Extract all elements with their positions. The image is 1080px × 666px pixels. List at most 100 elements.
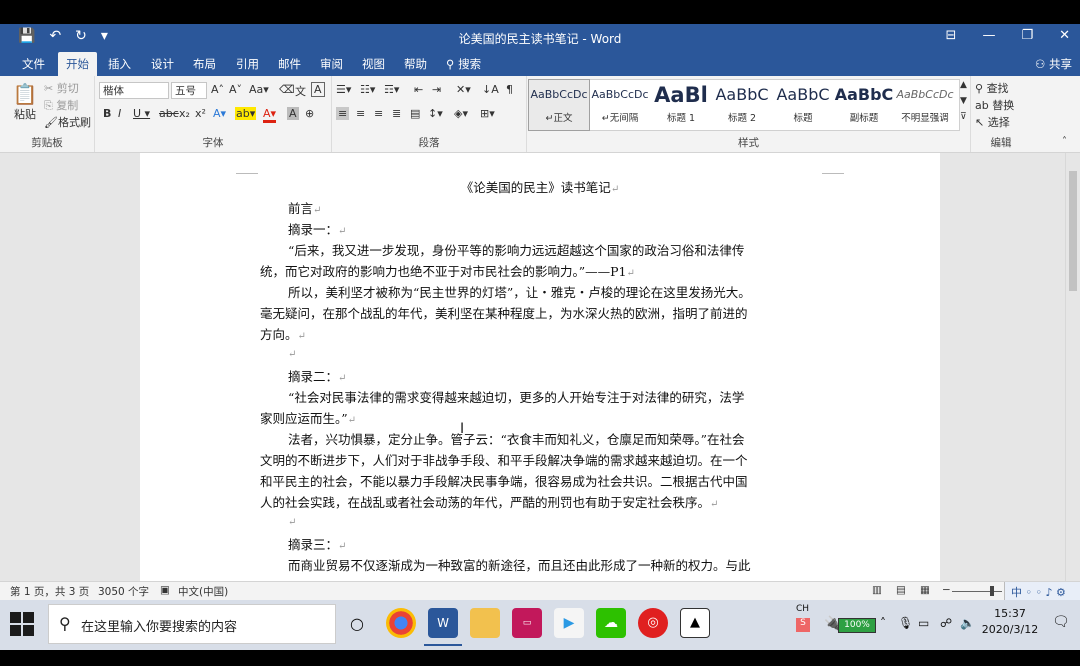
read-mode-icon[interactable]: ▥: [872, 584, 882, 596]
show-hidden-icons-chevron-icon[interactable]: ˄: [880, 616, 886, 666]
strikethrough-icon[interactable]: abc: [159, 107, 179, 120]
minimize-button[interactable]: —: [982, 28, 995, 43]
font-name-combo[interactable]: 楷体: [99, 82, 169, 99]
file-explorer-icon[interactable]: [470, 608, 500, 638]
tab-home[interactable]: 开始: [58, 52, 97, 76]
proofing-icon[interactable]: ▣: [160, 584, 170, 596]
italic-icon[interactable]: I: [118, 107, 121, 120]
taskbar-clock[interactable]: 15:37 2020/3/12: [980, 606, 1040, 638]
shading-icon[interactable]: ◈▾: [454, 107, 468, 120]
tab-insert[interactable]: 插入: [100, 52, 139, 76]
tab-references[interactable]: 引用: [228, 52, 267, 76]
styles-scroll-down-icon[interactable]: ▼: [960, 96, 967, 106]
sort-icon[interactable]: ↓A: [482, 83, 499, 96]
zoom-slider[interactable]: [952, 591, 1002, 592]
restore-button[interactable]: ❐: [1021, 28, 1033, 43]
line-spacing-icon[interactable]: ↕▾: [428, 107, 443, 120]
align-right-icon[interactable]: ≡: [374, 107, 383, 120]
volume-icon[interactable]: 🔈: [960, 616, 975, 666]
style-normal[interactable]: AaBbCcDc ↵正文: [528, 79, 590, 131]
clear-formatting-icon[interactable]: ⌫: [279, 83, 295, 96]
photos-app-icon[interactable]: ▲: [680, 608, 710, 638]
select-button[interactable]: ↖ 选择: [975, 114, 1010, 130]
phonetic-guide-icon[interactable]: 文: [295, 83, 306, 99]
start-button[interactable]: [10, 612, 36, 638]
style-no-spacing[interactable]: AaBbCcDc ↵无间隔: [590, 80, 650, 130]
numbering-icon[interactable]: ☷▾: [360, 83, 375, 96]
tab-view[interactable]: 视图: [354, 52, 393, 76]
zoom-out-icon[interactable]: −: [942, 584, 951, 596]
superscript-icon[interactable]: x²: [195, 107, 206, 120]
justify-icon[interactable]: ≣: [392, 107, 401, 120]
decrease-indent-icon[interactable]: ⇤: [414, 83, 423, 96]
battery-indicator[interactable]: 100%: [838, 618, 876, 633]
document-area[interactable]: 《论美国的民主》读书笔记↵ 前言↵ 摘录一：↵ “后来，我又进一步发现，身份平等…: [0, 153, 1080, 581]
highlight-icon[interactable]: ab▾: [235, 107, 257, 120]
show-marks-icon[interactable]: ¶: [506, 83, 513, 96]
taskbar-search-box[interactable]: ⚲ 在这里输入你要搜索的内容: [48, 604, 336, 644]
netease-music-icon[interactable]: ◎: [638, 608, 668, 638]
tab-file[interactable]: 文件: [14, 52, 53, 76]
word-count[interactable]: 3050 个字: [98, 584, 149, 599]
character-shading-icon[interactable]: A: [287, 107, 299, 120]
vertical-scrollbar[interactable]: [1065, 153, 1080, 581]
print-layout-icon[interactable]: ▤: [896, 584, 906, 596]
asian-layout-icon[interactable]: ✕▾: [456, 83, 471, 96]
ime-toolbar[interactable]: 中 ◦ ◦ ♪ ⚙: [1004, 582, 1080, 600]
find-button[interactable]: ⚲ 查找: [975, 80, 1009, 96]
media-player-icon[interactable]: ▶: [554, 608, 584, 638]
distributed-icon[interactable]: ▤: [410, 107, 420, 120]
tab-mailings[interactable]: 邮件: [270, 52, 309, 76]
enclose-characters-icon[interactable]: ⊕: [305, 107, 314, 120]
document-page[interactable]: 《论美国的民主》读书笔记↵ 前言↵ 摘录一：↵ “后来，我又进一步发现，身份平等…: [140, 153, 940, 581]
web-layout-icon[interactable]: ▦: [920, 584, 930, 596]
tab-design[interactable]: 设计: [143, 52, 182, 76]
word-app-icon[interactable]: W: [424, 608, 462, 646]
page-count[interactable]: 第 1 页，共 3 页: [10, 584, 89, 599]
network-icon[interactable]: ☍: [940, 616, 952, 666]
sogou-ime-icon[interactable]: S: [796, 618, 810, 632]
subscript-icon[interactable]: x₂: [179, 107, 190, 120]
chrome-app-icon[interactable]: [386, 608, 416, 638]
style-title[interactable]: AaBbC 标题: [773, 80, 833, 130]
tab-layout[interactable]: 布局: [185, 52, 224, 76]
styles-scroll-up-icon[interactable]: ▲: [960, 80, 967, 90]
change-case-icon[interactable]: Aa▾: [249, 83, 269, 96]
copy-button[interactable]: ⎘ 复制: [44, 97, 78, 113]
borders-icon[interactable]: ⊞▾: [480, 107, 495, 120]
font-color-icon[interactable]: A▾: [263, 107, 277, 123]
cut-button[interactable]: ✂ 剪切: [44, 80, 79, 96]
align-left-icon[interactable]: ≡: [336, 107, 350, 120]
replace-button[interactable]: ab 替换: [975, 97, 1014, 113]
increase-indent-icon[interactable]: ⇥: [432, 83, 441, 96]
style-heading-1[interactable]: AaBl 标题 1: [651, 80, 711, 130]
share-button[interactable]: ⚇ 共享: [1035, 52, 1072, 76]
task-view-icon[interactable]: ○: [350, 614, 364, 664]
character-border-icon[interactable]: A: [311, 82, 325, 97]
multilevel-list-icon[interactable]: ☶▾: [384, 83, 399, 96]
style-subtitle[interactable]: AaBbC 副标题: [834, 80, 894, 130]
bullets-icon[interactable]: ☰▾: [336, 83, 351, 96]
tell-me-search[interactable]: ⚲ 搜索: [438, 52, 489, 76]
scrollbar-thumb[interactable]: [1069, 171, 1077, 291]
font-size-combo[interactable]: 五号: [171, 82, 207, 99]
bold-icon[interactable]: B: [103, 107, 111, 120]
style-heading-2[interactable]: AaBbC 标题 2: [712, 80, 772, 130]
tab-help[interactable]: 帮助: [396, 52, 435, 76]
styles-more-icon[interactable]: ⊽: [960, 112, 967, 122]
wechat-app-icon[interactable]: ☁: [596, 608, 626, 638]
format-painter-button[interactable]: 🖌格式刷: [44, 114, 91, 130]
shrink-font-icon[interactable]: A˅: [229, 83, 242, 96]
align-center-icon[interactable]: ≡: [356, 107, 365, 120]
ribbon-display-options-button[interactable]: ⊟: [946, 28, 957, 43]
microphone-icon[interactable]: 🎙: [898, 616, 913, 666]
style-subtle-emphasis[interactable]: AaBbCcDc 不明显强调: [895, 80, 955, 130]
grow-font-icon[interactable]: A˄: [211, 83, 224, 96]
collapse-ribbon-icon[interactable]: ˄: [1062, 136, 1067, 147]
notification-center-icon[interactable]: 🗨: [1052, 614, 1070, 664]
language-indicator[interactable]: 中文(中国): [178, 584, 228, 599]
paste-button[interactable]: 📋 粘贴: [8, 82, 42, 122]
text-effects-icon[interactable]: A▾: [213, 107, 226, 120]
bilibili-app-icon[interactable]: ▭: [512, 608, 542, 638]
zoom-slider-knob[interactable]: [990, 586, 994, 596]
